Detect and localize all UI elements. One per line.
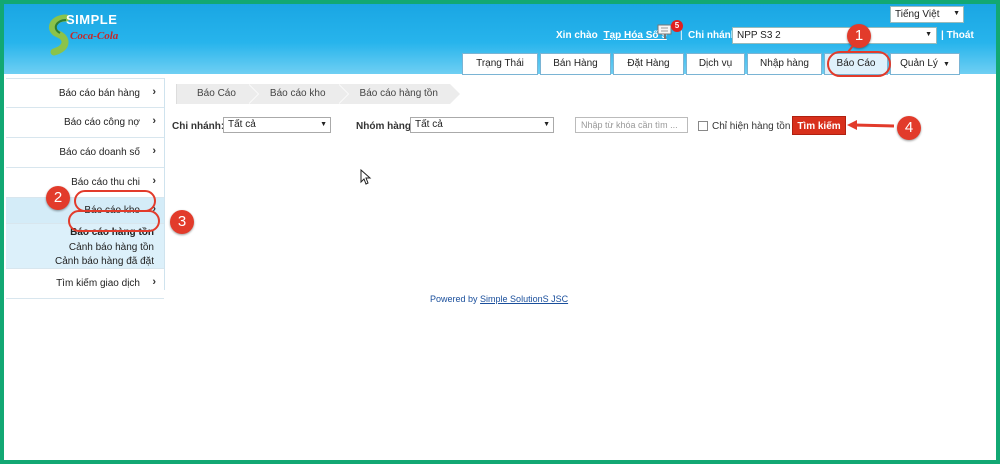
logout-link[interactable]: | Thoát bbox=[941, 30, 974, 41]
filter-group-value: Tất cả bbox=[415, 119, 443, 130]
branch-value: NPP S3 2 bbox=[737, 30, 781, 41]
sidebar-subitem-canh-bao-hang-da-dat[interactable]: Cảnh báo hàng đã đặt bbox=[55, 256, 154, 267]
footer-link[interactable]: Simple SolutionS JSC bbox=[480, 294, 568, 304]
tab-dat-hang[interactable]: Đặt Hàng bbox=[613, 53, 684, 75]
search-button[interactable]: Tìm kiếm bbox=[792, 116, 846, 135]
footer: Powered by Simple SolutionS JSC bbox=[430, 294, 568, 304]
sidebar-item-bao-cao-ban-hang[interactable]: Báo cáo bán hàng › bbox=[6, 78, 164, 108]
caret-down-icon: ▼ bbox=[953, 10, 960, 17]
sidebar-item-label: Báo cáo doanh số bbox=[59, 147, 140, 158]
tab-quan-ly[interactable]: Quản Lý ▼ bbox=[890, 53, 960, 75]
sidebar-item-label: Báo cáo thu chi bbox=[71, 177, 140, 188]
sidebar-item-label: Báo cáo bán hàng bbox=[58, 88, 140, 99]
caret-down-icon: ▼ bbox=[925, 31, 932, 38]
chevron-right-icon: › bbox=[152, 145, 156, 157]
caret-down-icon: ▼ bbox=[320, 121, 327, 128]
chevron-right-icon: › bbox=[152, 86, 156, 98]
annotation-ring bbox=[74, 190, 156, 212]
tab-dich-vu[interactable]: Dịch vụ bbox=[686, 53, 745, 75]
breadcrumb-item-current: Báo cáo hàng tồn bbox=[337, 84, 462, 104]
sidebar-item-bao-cao-doanh-so[interactable]: Báo cáo doanh số › bbox=[6, 138, 164, 168]
separator: | bbox=[680, 30, 683, 41]
filter-group-select[interactable]: Tất cả ▼ bbox=[410, 117, 554, 133]
filter-group-label: Nhóm hàng: bbox=[356, 121, 415, 132]
only-stock-label: Chỉ hiện hàng tồn bbox=[712, 121, 791, 132]
chevron-right-icon: › bbox=[152, 115, 156, 127]
chevron-right-icon: › bbox=[152, 175, 156, 187]
sidebar-item-bao-cao-cong-no[interactable]: Báo cáo công nợ › bbox=[6, 108, 164, 138]
footer-prefix: Powered by bbox=[430, 294, 478, 304]
mouse-cursor-icon bbox=[360, 169, 372, 185]
filter-branch-value: Tất cả bbox=[228, 119, 256, 130]
logo-text: SIMPLE bbox=[66, 12, 118, 27]
annotation-ring bbox=[68, 210, 160, 232]
annotation-arrow-icon bbox=[847, 41, 857, 53]
brand-logo-text: Coca-Cola bbox=[70, 30, 119, 42]
language-select[interactable]: Tiếng Việt ▼ bbox=[890, 6, 964, 23]
sidebar-item-label: Tìm kiếm giao dịch bbox=[56, 278, 140, 289]
app-window: SIMPLE Coca-Cola Tiếng Việt ▼ Xin chào T… bbox=[4, 4, 996, 460]
breadcrumb-item[interactable]: Báo Cáo bbox=[176, 84, 259, 104]
breadcrumb-item[interactable]: Báo cáo kho bbox=[247, 84, 349, 104]
annotation-badge: 2 bbox=[46, 186, 70, 210]
sidebar: Báo cáo bán hàng › Báo cáo công nợ › Báo… bbox=[6, 78, 165, 299]
filter-branch-select[interactable]: Tất cả ▼ bbox=[223, 117, 331, 133]
annotation-badge: 3 bbox=[170, 210, 194, 234]
caret-down-icon: ▼ bbox=[543, 121, 550, 128]
sidebar-item-tim-kiem-giao-dich[interactable]: Tìm kiếm giao dịch › bbox=[6, 269, 164, 299]
language-value: Tiếng Việt bbox=[895, 9, 940, 20]
branch-select[interactable]: NPP S3 2 ▼ bbox=[732, 27, 937, 44]
sidebar-subitem-canh-bao-hang-ton[interactable]: Cảnh báo hàng tồn bbox=[69, 242, 154, 253]
keyword-search-input[interactable]: Nhập từ khóa cần tìm ... bbox=[575, 117, 688, 133]
greeting-text: Xin chào bbox=[556, 30, 598, 41]
tab-trang-thai[interactable]: Trạng Thái bbox=[462, 53, 538, 75]
annotation-badge: 4 bbox=[897, 116, 921, 140]
breadcrumb: Báo Cáo Báo cáo kho Báo cáo hàng tồn bbox=[176, 84, 462, 104]
chevron-right-icon: › bbox=[152, 276, 156, 288]
tab-ban-hang[interactable]: Bán Hàng bbox=[540, 53, 611, 75]
caret-down-icon: ▼ bbox=[942, 61, 950, 68]
greeting: Xin chào Tạp Hóa Số 9 bbox=[556, 30, 667, 41]
tab-nhap-hang[interactable]: Nhập hàng bbox=[747, 53, 822, 75]
filter-branch-label: Chi nhánh: bbox=[172, 121, 225, 132]
tab-quan-ly-label: Quản Lý bbox=[900, 58, 938, 69]
sidebar-item-label: Báo cáo công nợ bbox=[63, 117, 140, 128]
only-stock-checkbox[interactable] bbox=[698, 121, 708, 131]
annotation-arrow-icon bbox=[847, 120, 895, 130]
